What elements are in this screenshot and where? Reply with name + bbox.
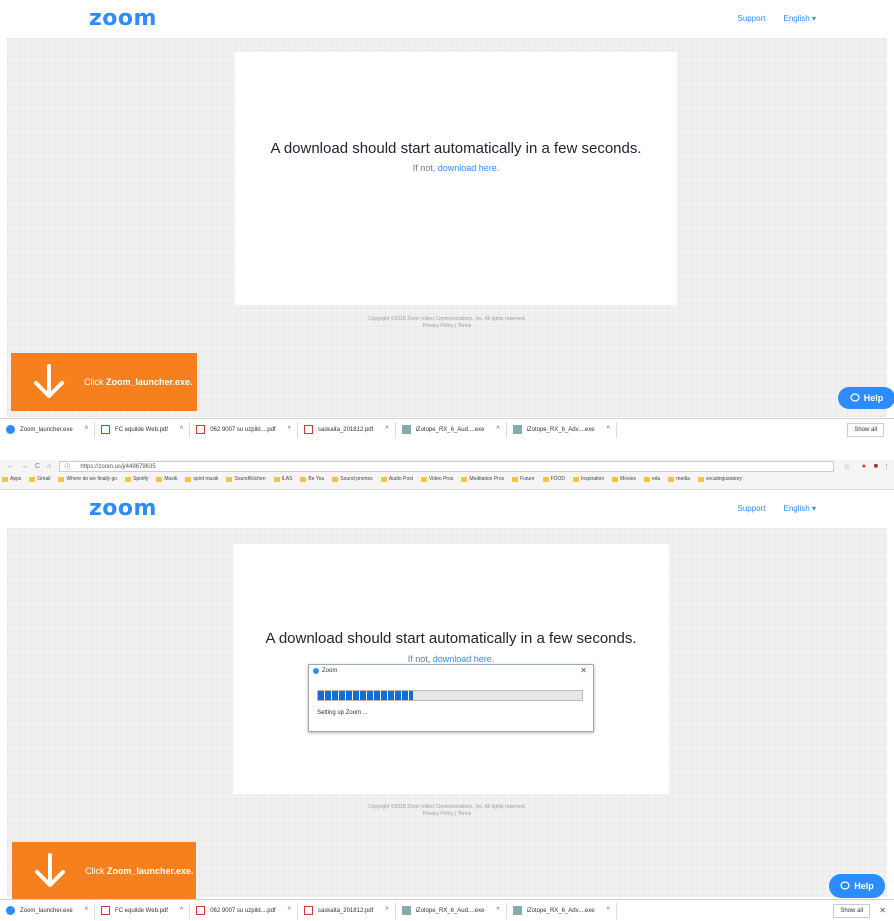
language-select[interactable]: English ▾	[784, 14, 816, 23]
header-links: Support English ▾	[737, 14, 816, 23]
show-all-button[interactable]: Show all	[833, 903, 870, 918]
download-item[interactable]: iZotope_RX_6_Adv....exe ^	[507, 421, 617, 438]
down-arrow-icon	[35, 852, 65, 887]
chevron-up-icon[interactable]: ^	[180, 907, 183, 914]
chat-bubble-icon	[840, 881, 850, 890]
click-launcher-banner[interactable]: Click Zoom_launcher.exe.	[11, 353, 197, 411]
support-link[interactable]: Support	[737, 14, 765, 23]
close-icon[interactable]: ✕	[580, 666, 587, 675]
pdf-icon	[196, 906, 206, 915]
zoom-setup-dialog: Zoom ✕ Setting up Zoom ...	[308, 664, 594, 732]
dialog-titlebar: Zoom	[309, 665, 593, 677]
setup-progress-bar	[317, 690, 583, 701]
installer-icon	[401, 425, 411, 434]
downloads-bar: Zoom_launcher.exe ^ FC equilde Web.pdf ^ 0…	[0, 899, 894, 921]
setup-status: Setting up Zoom ...	[317, 710, 368, 716]
installer-icon	[512, 425, 522, 434]
chevron-up-icon[interactable]: ^	[288, 907, 291, 914]
download-item[interactable]: saskaita_201812.pdf ^	[298, 421, 396, 438]
chevron-up-icon[interactable]: ^	[607, 907, 610, 914]
zoom-icon	[313, 668, 319, 674]
banner-text: Click Zoom_launcher.exe.	[84, 377, 193, 387]
download-item[interactable]: Zoom_launcher.exe ^	[0, 421, 95, 438]
zoom-logo[interactable]: zoom	[89, 6, 157, 31]
installer-icon	[512, 906, 522, 915]
close-icon[interactable]: ✕	[879, 906, 886, 915]
zoom-header: zoom Support English ▾	[0, 0, 894, 38]
download-item[interactable]: 062 9007 su uzpild....pdf ^	[190, 421, 298, 438]
download-item[interactable]: saskaita_201812.pdf ^	[298, 902, 396, 919]
chevron-up-icon[interactable]: ^	[385, 907, 388, 914]
download-item[interactable]: iZotope_RX_6_Adv....exe ^	[507, 902, 617, 919]
fallback-text: If not, download here.	[412, 163, 500, 173]
help-button[interactable]: Help	[838, 387, 894, 409]
download-item[interactable]: FC equilde Web.pdf ^	[95, 902, 191, 919]
download-item[interactable]: FC equilde Web.pdf ^	[95, 421, 191, 438]
language-select[interactable]: English ▾	[784, 504, 816, 513]
download-here-link[interactable]: download here.	[438, 163, 500, 173]
zoom-header: zoom Support English ▾	[0, 490, 894, 528]
privacy-links[interactable]: Privacy Policy | Terms	[7, 323, 887, 330]
chat-bubble-icon	[850, 393, 860, 402]
chevron-up-icon[interactable]: ^	[85, 907, 88, 914]
copyright: Copyright ©2018 Zoom Video Communication…	[7, 804, 887, 818]
progress-fill	[318, 691, 414, 700]
download-here-link[interactable]: download here.	[433, 654, 495, 664]
show-all-button[interactable]: Show all	[847, 422, 884, 437]
chevron-up-icon[interactable]: ^	[180, 426, 183, 433]
click-launcher-banner[interactable]: Click Zoom_launcher.exe.	[12, 842, 196, 899]
installer-icon	[401, 906, 411, 915]
copyright: Copyright ©2018 Zoom Video Communication…	[7, 316, 887, 330]
pdf-icon	[101, 906, 110, 915]
downloads-bar: Zoom_launcher.exe ^ FC equilde Web.pdf ^ 0…	[0, 418, 894, 440]
screenshot-bottom: zoom Support English ▾ A download should…	[0, 460, 894, 921]
screenshot-top: zoom Support English ▾ A download should…	[0, 0, 894, 440]
zoom-logo[interactable]: zoom	[89, 496, 157, 521]
pdf-icon	[101, 425, 110, 434]
download-card: A download should start automatically in…	[235, 52, 677, 305]
download-item[interactable]: iZotope_RX_6_Aud....exe ^	[396, 421, 507, 438]
pdf-icon	[303, 425, 313, 434]
pdf-icon	[303, 906, 313, 915]
zoom-icon	[6, 425, 15, 434]
download-item[interactable]: iZotope_RX_6_Aud....exe ^	[396, 902, 507, 919]
header-links: Support English ▾	[737, 504, 816, 513]
support-link[interactable]: Support	[737, 504, 765, 513]
help-button[interactable]: Help	[829, 874, 885, 898]
pdf-icon	[196, 425, 206, 434]
banner-text: Click Zoom_launcher.exe.	[85, 865, 194, 876]
privacy-links[interactable]: Privacy Policy | Terms	[7, 811, 887, 818]
chevron-up-icon[interactable]: ^	[496, 426, 499, 433]
down-arrow-icon	[34, 364, 64, 398]
chevron-up-icon[interactable]: ^	[288, 426, 291, 433]
zoom-icon	[6, 906, 15, 915]
chevron-up-icon[interactable]: ^	[496, 907, 499, 914]
download-item[interactable]: Zoom_launcher.exe ^	[0, 902, 95, 919]
chevron-up-icon[interactable]: ^	[607, 426, 610, 433]
download-message: A download should start automatically in…	[265, 630, 637, 647]
fallback-text: If not, download here.	[407, 654, 495, 664]
download-message: A download should start automatically in…	[270, 140, 642, 157]
chevron-up-icon[interactable]: ^	[85, 426, 88, 433]
chevron-up-icon[interactable]: ^	[385, 426, 388, 433]
download-item[interactable]: 062 9007 su uzpild....pdf ^	[190, 902, 298, 919]
